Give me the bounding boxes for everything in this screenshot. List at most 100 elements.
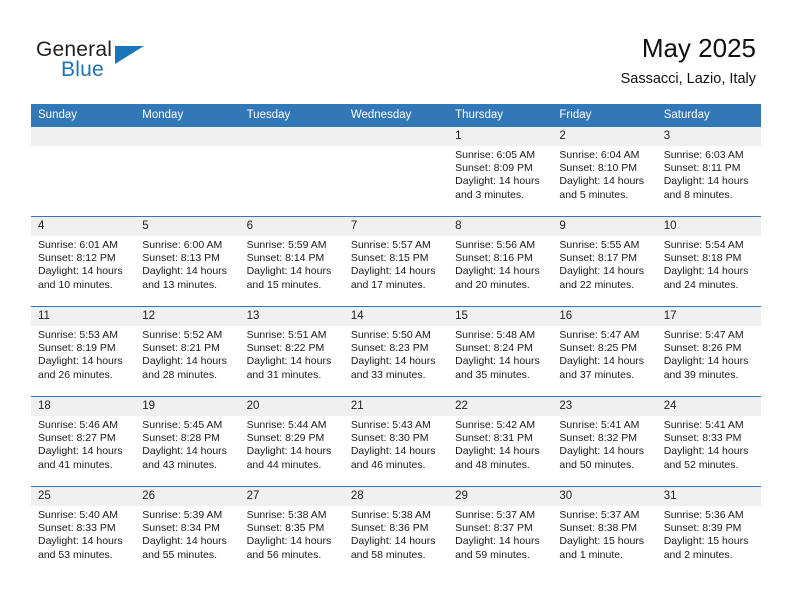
calendar-day-cell[interactable]: 26 Sunrise: 5:39 AM Sunset: 8:34 PM Dayligh… (135, 486, 240, 576)
day-cell: 25 Sunrise: 5:40 AM Sunset: 8:33 PM Dayligh… (31, 487, 136, 576)
daylight-duration-line2: and 58 minutes. (350, 548, 426, 561)
day-details: Sunrise: 5:36 AM Sunset: 8:39 PM Daylight:… (657, 506, 761, 562)
day-details: Sunrise: 5:56 AM Sunset: 8:16 PM Daylight:… (448, 236, 552, 292)
day-details: Sunrise: 5:52 AM Sunset: 8:21 PM Daylight:… (135, 326, 239, 382)
calendar-day-cell[interactable]: 16 Sunrise: 5:47 AM Sunset: 8:25 PM Dayligh… (552, 306, 657, 397)
daylight-duration-line1: Daylight: 14 hours (350, 265, 436, 278)
daylight-duration-line1: Daylight: 14 hours (455, 535, 540, 548)
day-cell: 17 Sunrise: 5:47 AM Sunset: 8:26 PM Dayligh… (656, 307, 761, 396)
day-cell: 19 Sunrise: 5:45 AM Sunset: 8:28 PM Dayligh… (135, 397, 240, 486)
daylight-duration-line2: and 28 minutes. (142, 368, 217, 381)
calendar-day-cell[interactable]: 6 Sunrise: 5:59 AM Sunset: 8:14 PM Daylight… (239, 216, 344, 307)
day-number: 2 (552, 127, 657, 146)
sunset-time: Sunset: 8:24 PM (455, 342, 533, 355)
daylight-duration-line2: and 55 minutes. (142, 548, 217, 561)
calendar-day-cell[interactable]: 24 Sunrise: 5:41 AM Sunset: 8:33 PM Dayligh… (656, 396, 761, 487)
daylight-duration-line1: Daylight: 14 hours (559, 355, 645, 368)
day-details: Sunrise: 5:42 AM Sunset: 8:31 PM Daylight:… (448, 416, 552, 472)
sunrise-time: Sunrise: 5:45 AM (142, 419, 223, 431)
daylight-duration-line1: Daylight: 14 hours (246, 445, 332, 458)
day-cell: 26 Sunrise: 5:39 AM Sunset: 8:34 PM Dayligh… (135, 487, 240, 576)
day-cell: 13 Sunrise: 5:51 AM Sunset: 8:22 PM Dayligh… (239, 307, 344, 396)
daylight-duration-line1: Daylight: 14 hours (455, 355, 540, 368)
calendar-day-cell[interactable]: 12 Sunrise: 5:52 AM Sunset: 8:21 PM Dayligh… (135, 306, 240, 397)
calendar-day-cell[interactable]: 28 Sunrise: 5:38 AM Sunset: 8:36 PM Dayligh… (343, 486, 449, 576)
calendar-day-cell[interactable]: 21 Sunrise: 5:43 AM Sunset: 8:30 PM Dayligh… (343, 396, 449, 487)
day-number (343, 127, 449, 146)
calendar-day-cell[interactable]: 11 Sunrise: 5:53 AM Sunset: 8:19 PM Dayligh… (31, 306, 136, 397)
day-cell: 7 Sunrise: 5:57 AM Sunset: 8:15 PM Daylight… (343, 217, 449, 306)
daylight-duration-line2: and 8 minutes. (663, 188, 733, 201)
daylight-duration-line1: Daylight: 14 hours (455, 175, 540, 188)
calendar-day-cell[interactable]: 20 Sunrise: 5:44 AM Sunset: 8:29 PM Dayligh… (239, 396, 344, 487)
calendar-day-cell[interactable]: 18 Sunrise: 5:46 AM Sunset: 8:27 PM Dayligh… (31, 396, 136, 487)
day-number: 20 (239, 397, 344, 416)
weekday-header-row: Sunday Monday Tuesday Wednesday Thursday… (31, 104, 761, 127)
sunset-time: Sunset: 8:10 PM (559, 162, 638, 175)
calendar-day-cell[interactable]: 13 Sunrise: 5:51 AM Sunset: 8:22 PM Dayligh… (239, 306, 344, 397)
daylight-duration-line1: Daylight: 14 hours (455, 265, 540, 278)
weekday-header-friday: Friday (552, 104, 657, 127)
daylight-duration-line2: and 2 minutes. (663, 548, 733, 561)
calendar-day-cell[interactable]: 5 Sunrise: 6:00 AM Sunset: 8:13 PM Daylight… (135, 216, 240, 307)
day-cell: 15 Sunrise: 5:48 AM Sunset: 8:24 PM Dayligh… (448, 307, 553, 396)
day-details: Sunrise: 6:01 AM Sunset: 8:12 PM Daylight:… (31, 236, 135, 292)
daylight-duration-line2: and 5 minutes. (559, 188, 629, 201)
day-number: 22 (448, 397, 553, 416)
weekday-header-wednesday: Wednesday (343, 104, 449, 127)
daylight-duration-line1: Daylight: 14 hours (246, 535, 332, 548)
calendar-day-cell[interactable]: 15 Sunrise: 5:48 AM Sunset: 8:24 PM Dayligh… (448, 306, 553, 397)
day-number: 4 (31, 217, 136, 236)
calendar-day-cell[interactable]: 31 Sunrise: 5:36 AM Sunset: 8:39 PM Dayligh… (656, 486, 761, 576)
day-number: 21 (343, 397, 449, 416)
day-details: Sunrise: 5:37 AM Sunset: 8:38 PM Daylight:… (552, 506, 656, 562)
calendar-day-cell[interactable]: 30 Sunrise: 5:37 AM Sunset: 8:38 PM Dayligh… (552, 486, 657, 576)
daylight-duration-line1: Daylight: 14 hours (142, 355, 227, 368)
sunset-time: Sunset: 8:16 PM (455, 252, 533, 265)
daylight-duration-line2: and 44 minutes. (246, 458, 322, 471)
day-number: 26 (135, 487, 240, 506)
day-details: Sunrise: 5:53 AM Sunset: 8:19 PM Daylight:… (31, 326, 135, 382)
title-block: May 2025 Sassacci, Lazio, Italy (621, 32, 756, 88)
day-number: 11 (31, 307, 136, 326)
calendar-day-cell[interactable]: 25 Sunrise: 5:40 AM Sunset: 8:33 PM Dayligh… (31, 486, 136, 576)
day-details: Sunrise: 5:51 AM Sunset: 8:22 PM Daylight:… (240, 326, 344, 382)
calendar-week-row: 4 Sunrise: 6:01 AM Sunset: 8:12 PM Daylight… (31, 216, 761, 307)
day-number: 28 (343, 487, 449, 506)
day-cell: 18 Sunrise: 5:46 AM Sunset: 8:27 PM Dayligh… (31, 397, 136, 486)
day-cell: 24 Sunrise: 5:41 AM Sunset: 8:33 PM Dayligh… (656, 397, 761, 486)
calendar-day-cell[interactable]: 17 Sunrise: 5:47 AM Sunset: 8:26 PM Dayligh… (656, 306, 761, 397)
calendar-day-cell[interactable]: 4 Sunrise: 6:01 AM Sunset: 8:12 PM Daylight… (31, 216, 136, 307)
daylight-duration-line2: and 1 minute. (559, 548, 624, 561)
sunset-time: Sunset: 8:18 PM (663, 252, 742, 265)
calendar-page: General Blue May 2025 Sassacci, Lazio, I… (0, 0, 792, 612)
calendar-day-cell[interactable]: 10 Sunrise: 5:54 AM Sunset: 8:18 PM Dayligh… (656, 216, 761, 307)
day-number (135, 127, 240, 146)
sunrise-time: Sunrise: 5:51 AM (246, 329, 327, 341)
calendar-day-cell[interactable]: 9 Sunrise: 5:55 AM Sunset: 8:17 PM Daylight… (552, 216, 657, 307)
day-number: 12 (135, 307, 240, 326)
calendar-day-cell[interactable]: 27 Sunrise: 5:38 AM Sunset: 8:35 PM Dayligh… (239, 486, 344, 576)
sunrise-time: Sunrise: 5:52 AM (142, 329, 223, 341)
calendar-day-cell[interactable]: 3 Sunrise: 6:03 AM Sunset: 8:11 PM Daylight… (656, 126, 761, 217)
calendar-day-cell[interactable]: 2 Sunrise: 6:04 AM Sunset: 8:10 PM Daylight… (552, 126, 657, 217)
day-cell: 3 Sunrise: 6:03 AM Sunset: 8:11 PM Daylight… (656, 127, 761, 216)
calendar-day-cell[interactable]: 19 Sunrise: 5:45 AM Sunset: 8:28 PM Dayligh… (135, 396, 240, 487)
calendar-day-cell[interactable]: 7 Sunrise: 5:57 AM Sunset: 8:15 PM Daylight… (343, 216, 449, 307)
day-cell: 6 Sunrise: 5:59 AM Sunset: 8:14 PM Daylight… (239, 217, 344, 306)
calendar-day-cell[interactable]: 14 Sunrise: 5:50 AM Sunset: 8:23 PM Dayligh… (343, 306, 449, 397)
sunset-time: Sunset: 8:15 PM (350, 252, 429, 265)
day-cell: 23 Sunrise: 5:41 AM Sunset: 8:32 PM Dayligh… (552, 397, 657, 486)
calendar-week-row: 25 Sunrise: 5:40 AM Sunset: 8:33 PM Dayligh… (31, 486, 761, 576)
day-details: Sunrise: 6:00 AM Sunset: 8:13 PM Daylight:… (135, 236, 239, 292)
day-details: Sunrise: 5:50 AM Sunset: 8:23 PM Daylight:… (344, 326, 448, 382)
calendar-day-cell[interactable]: 8 Sunrise: 5:56 AM Sunset: 8:16 PM Daylight… (448, 216, 553, 307)
day-details: Sunrise: 6:03 AM Sunset: 8:11 PM Daylight:… (657, 146, 761, 202)
calendar-day-cell[interactable]: 22 Sunrise: 5:42 AM Sunset: 8:31 PM Dayligh… (448, 396, 553, 487)
calendar-day-cell[interactable]: 29 Sunrise: 5:37 AM Sunset: 8:37 PM Dayligh… (448, 486, 553, 576)
calendar-day-cell[interactable]: 1 Sunrise: 6:05 AM Sunset: 8:09 PM Daylight… (448, 126, 553, 217)
sunrise-time: Sunrise: 5:54 AM (663, 239, 744, 251)
calendar-day-cell[interactable]: 23 Sunrise: 5:41 AM Sunset: 8:32 PM Dayligh… (552, 396, 657, 487)
daylight-duration-line2: and 43 minutes. (142, 458, 217, 471)
day-details: Sunrise: 5:47 AM Sunset: 8:26 PM Daylight:… (657, 326, 761, 382)
